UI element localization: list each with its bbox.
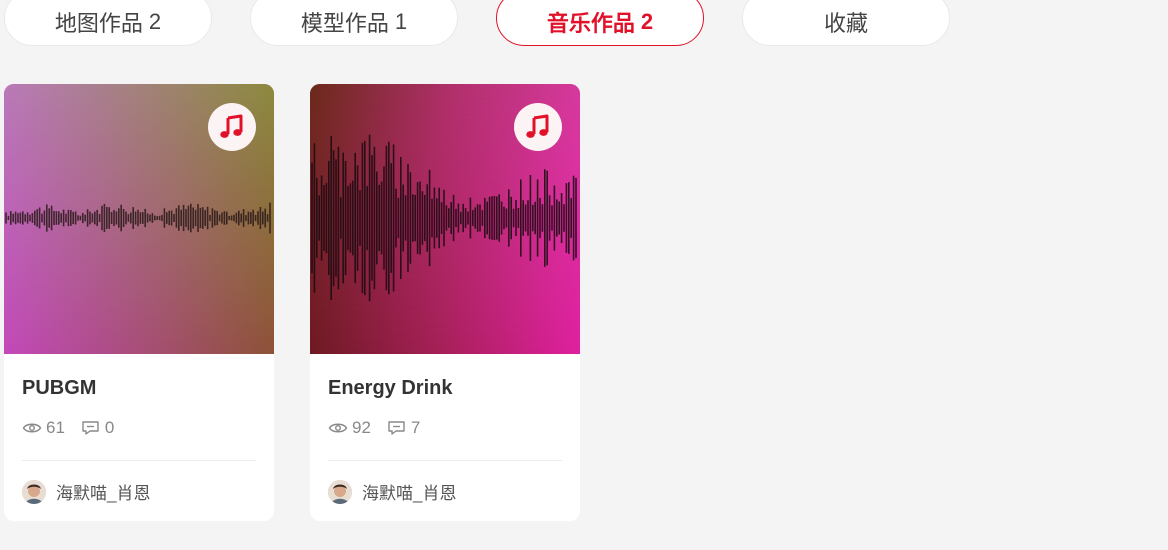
music-note-icon [220,114,243,138]
divider [22,460,256,461]
card-title[interactable]: PUBGM [22,377,96,400]
comments-count: 7 [410,418,421,437]
author-info[interactable]: 海默喵_肖恩 [328,479,456,504]
card-stats: 92 7 [328,418,420,438]
tab-label: 地图作品 [54,11,143,36]
comments-stat: 7 [387,418,420,438]
comment-icon [82,421,99,435]
tab-label: 模型作品 [300,11,389,36]
tab-count: 2 [640,9,654,34]
tab-music-works[interactable]: 音乐作品 2 [496,0,704,46]
tab-favorites[interactable]: 收藏 [742,0,950,46]
author-info[interactable]: 海默喵_肖恩 [22,479,150,504]
music-cover[interactable] [4,84,274,354]
card-title[interactable]: Energy Drink [328,377,452,400]
music-cover[interactable] [310,84,580,354]
tab-map-works[interactable]: 地图作品 2 [4,0,212,46]
music-card[interactable]: PUBGM 61 0 海默喵_肖恩 [4,84,274,521]
divider [328,460,562,461]
tab-count: 2 [148,9,162,34]
music-note-icon [526,114,549,138]
comments-stat: 0 [81,418,114,438]
card-stats: 61 0 [22,418,114,438]
author-name[interactable]: 海默喵_肖恩 [56,479,150,504]
music-badge [514,103,562,151]
views-count: 92 [352,418,371,437]
tab-count: 1 [394,9,408,34]
views-stat: 61 [22,418,65,438]
music-card[interactable]: Energy Drink 92 7 海默喵_肖恩 [310,84,580,521]
author-name[interactable]: 海默喵_肖恩 [362,479,456,504]
comment-icon [388,421,405,435]
tab-label: 音乐作品 [546,11,635,36]
views-stat: 92 [328,418,371,438]
views-count: 61 [46,418,65,437]
music-badge [208,103,256,151]
eye-icon [328,423,348,433]
comments-count: 0 [104,418,115,437]
eye-icon [22,423,42,433]
tab-label: 收藏 [823,11,868,36]
avatar[interactable] [328,479,352,504]
avatar[interactable] [22,479,46,504]
tab-model-works[interactable]: 模型作品 1 [250,0,458,46]
